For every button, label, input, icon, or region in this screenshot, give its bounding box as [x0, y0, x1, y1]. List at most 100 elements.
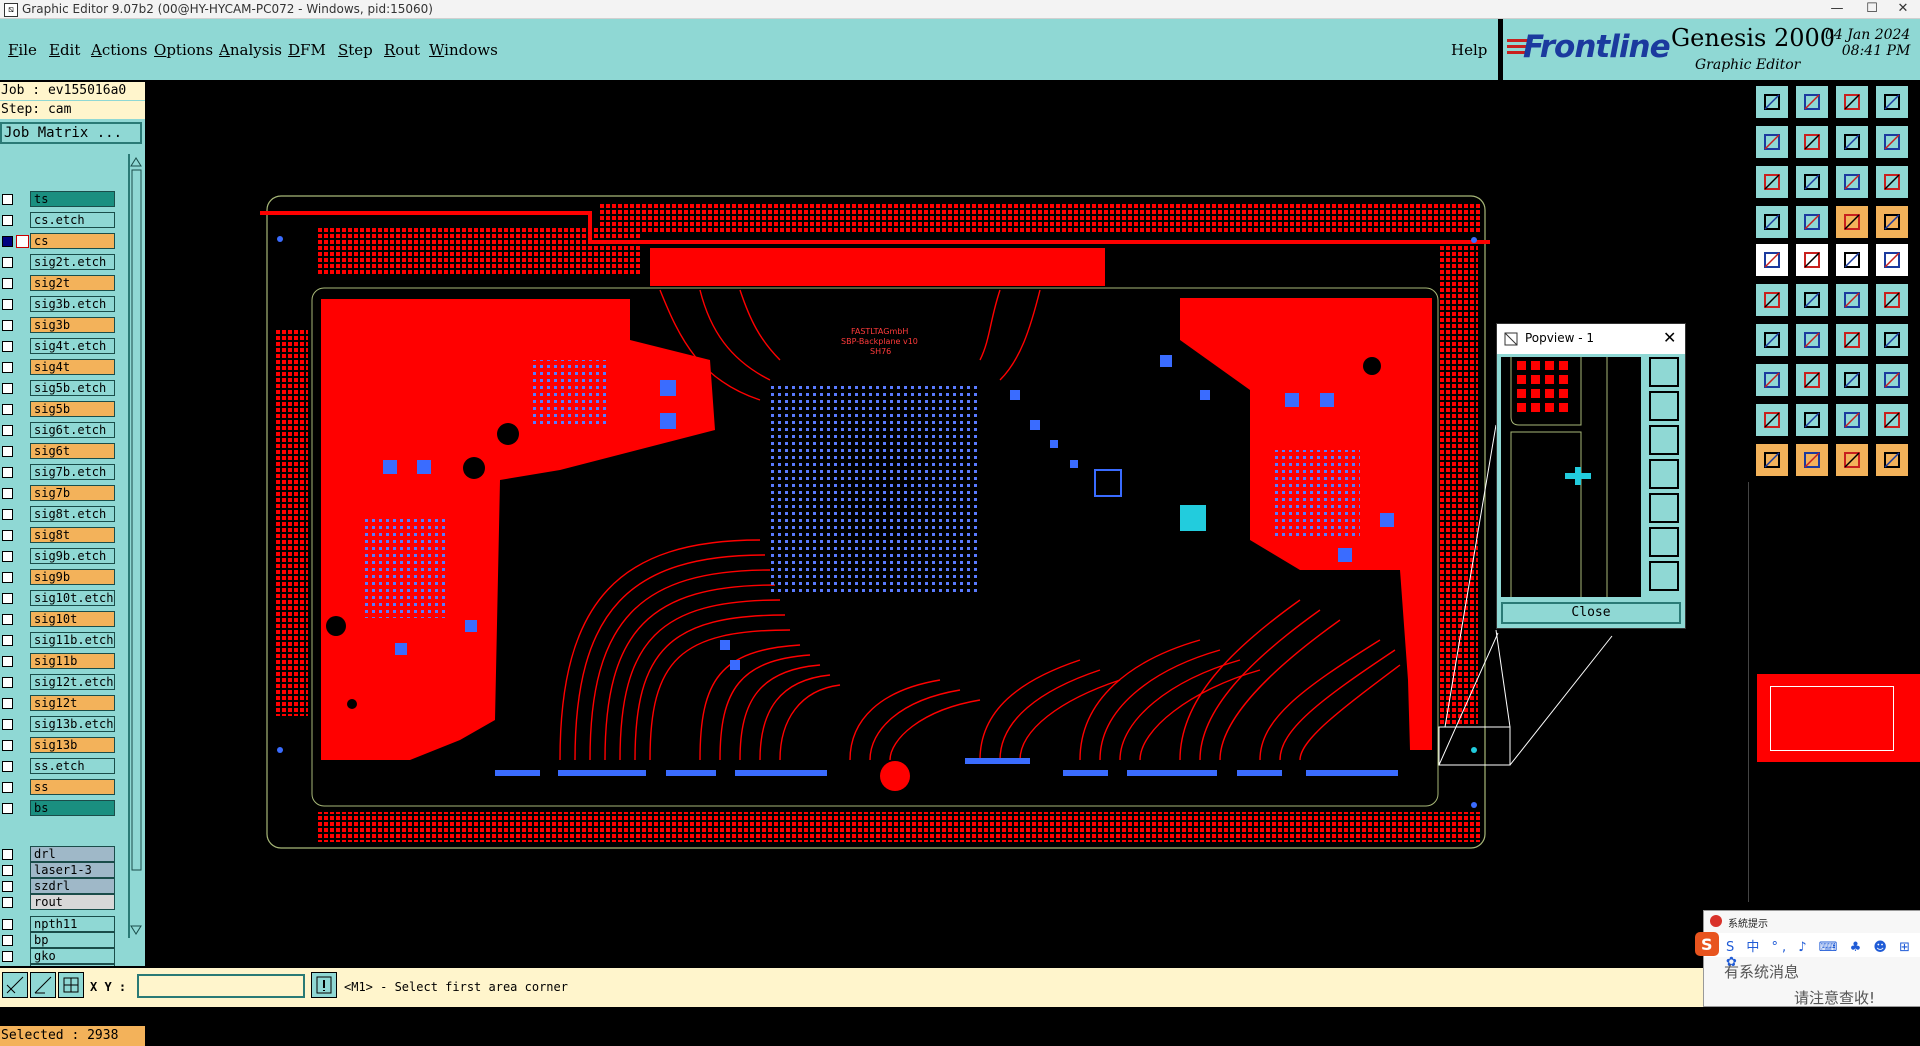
add-pad-icon[interactable] [1754, 282, 1790, 318]
home-icon[interactable] [1834, 84, 1870, 120]
layer-name[interactable]: bp [30, 932, 115, 948]
alert-button[interactable] [311, 972, 337, 998]
maximize-button[interactable]: ☐ [1855, 0, 1889, 18]
layer-checkbox[interactable] [2, 278, 13, 289]
layer-row-sig2t[interactable]: sig2t [0, 274, 118, 292]
minimize-button[interactable]: — [1820, 0, 1854, 18]
layer-row-sig3b-etch[interactable]: sig3b.etch [0, 295, 118, 313]
ruler-icon[interactable] [1834, 242, 1870, 278]
layer-name[interactable]: sig10t [30, 611, 115, 627]
menu-help[interactable]: Help [1451, 41, 1487, 59]
layer-row-sig8t-etch[interactable]: sig8t.etch [0, 505, 118, 523]
trim-icon[interactable] [1794, 362, 1830, 398]
open-job-icon[interactable] [1754, 84, 1790, 120]
line-icon[interactable] [1834, 282, 1870, 318]
redo-icon[interactable] [1794, 124, 1830, 160]
layer-checkbox[interactable] [2, 299, 13, 310]
layer-name[interactable]: sig5b [30, 401, 115, 417]
layer-checkbox[interactable] [2, 467, 13, 478]
layer-name[interactable]: sig4t [30, 359, 115, 375]
layer-checkbox[interactable] [2, 782, 13, 793]
layer-checkbox[interactable] [2, 865, 13, 876]
popview-zoom-in-button[interactable] [1649, 391, 1679, 421]
measure-icon[interactable] [1834, 204, 1870, 240]
layer-name[interactable]: sig9b.etch [30, 548, 115, 564]
layer-name[interactable]: sig12t [30, 695, 115, 711]
mirror-icon[interactable] [1874, 322, 1910, 358]
layer-checkbox[interactable] [2, 341, 13, 352]
layer-checkbox[interactable] [2, 446, 13, 457]
pointer-icon[interactable] [1754, 442, 1790, 478]
layer-checkbox[interactable] [2, 614, 13, 625]
layer-name[interactable]: sig12t.etch [30, 674, 115, 690]
layer-checkbox[interactable] [2, 215, 13, 226]
layer-name[interactable]: sig2t [30, 275, 115, 291]
grid-icon[interactable] [1794, 204, 1830, 240]
scale-1-2-icon[interactable] [1834, 164, 1870, 200]
layer-checkbox[interactable] [2, 425, 13, 436]
layer-name[interactable]: sig6t [30, 443, 115, 459]
layer-checkbox[interactable] [2, 897, 13, 908]
help-icon[interactable] [1874, 164, 1910, 200]
arc-icon[interactable] [1834, 322, 1870, 358]
layer-checkbox[interactable] [2, 404, 13, 415]
layer-row-sig7b-etch[interactable]: sig7b.etch [0, 463, 118, 481]
layer-name[interactable]: drl [30, 846, 115, 862]
layer-row-sig12t-etch[interactable]: sig12t.etch [0, 673, 118, 691]
layer-row-ss-etch[interactable]: ss.etch [0, 757, 118, 775]
menu-step[interactable]: Step [338, 41, 373, 59]
layer-row-sig9b[interactable]: sig9b [0, 568, 118, 586]
edit-line-icon[interactable] [1794, 322, 1830, 358]
layer-checkbox[interactable] [2, 919, 13, 930]
layer-row-sig12t[interactable]: sig12t [0, 694, 118, 712]
zoom-area-icon[interactable] [1794, 164, 1830, 200]
undo-icon[interactable] [1754, 124, 1790, 160]
layer-row-ss[interactable]: ss [0, 778, 118, 796]
triangle-c-icon[interactable] [1834, 402, 1870, 438]
layer-scrollbar[interactable] [128, 154, 145, 938]
layer-row-sig8t[interactable]: sig8t [0, 526, 118, 544]
layer-icon[interactable] [1874, 84, 1910, 120]
delete-icon[interactable] [1794, 282, 1830, 318]
layer-row-sig6t-etch[interactable]: sig6t.etch [0, 421, 118, 439]
layer-name[interactable]: rout [30, 894, 115, 910]
layer-checkbox[interactable] [2, 677, 13, 688]
layer-name[interactable]: sig3b.etch [30, 296, 115, 312]
move-icon[interactable] [1834, 362, 1870, 398]
menu-windows[interactable]: Windows [429, 41, 498, 59]
layer-name[interactable]: sig11b.etch [30, 632, 115, 648]
layer-checkbox[interactable] [2, 194, 13, 205]
layer-row-sig11b-etch[interactable]: sig11b.etch [0, 631, 118, 649]
layer-name[interactable]: sig13b [30, 737, 115, 753]
layer-name[interactable]: cs [30, 233, 115, 249]
layer-name[interactable]: laser1-3 [30, 862, 115, 878]
layer-checkbox[interactable] [2, 881, 13, 892]
popview-pan-right-button[interactable] [1649, 493, 1679, 523]
layer-checkbox[interactable] [2, 698, 13, 709]
layer-row-sig3b[interactable]: sig3b [0, 316, 118, 334]
layer-row-sig4t-etch[interactable]: sig4t.etch [0, 337, 118, 355]
layer-row-sig9b-etch[interactable]: sig9b.etch [0, 547, 118, 565]
menu-actions[interactable]: Actions [91, 41, 147, 59]
overview-minimap[interactable] [1757, 674, 1920, 762]
measure-mode-button[interactable] [30, 972, 56, 998]
layer-checkbox[interactable] [2, 383, 13, 394]
menu-rout[interactable]: Rout [384, 41, 420, 59]
layer-name[interactable]: sig7b.etch [30, 464, 115, 480]
layer-checkbox[interactable] [2, 803, 13, 814]
menu-options[interactable]: Options [154, 41, 213, 59]
layer-name[interactable]: bs [30, 800, 115, 816]
layer-row-ts[interactable]: ts [0, 190, 118, 208]
popview-zoom-out-button[interactable] [1649, 425, 1679, 455]
layer-checkbox[interactable] [2, 509, 13, 520]
layer-name[interactable]: ss [30, 779, 115, 795]
snap-icon[interactable] [1754, 204, 1790, 240]
layer-row-sig10t-etch[interactable]: sig10t.etch [0, 589, 118, 607]
zoom-fit-icon[interactable] [1754, 164, 1790, 200]
sogou-ime-icon[interactable]: S [1694, 931, 1720, 957]
layer-name[interactable]: sig4t.etch [30, 338, 115, 354]
menu-edit[interactable]: Edit [49, 41, 80, 59]
layer-row-sig7b[interactable]: sig7b [0, 484, 118, 502]
layer-row-sig5b-etch[interactable]: sig5b.etch [0, 379, 118, 397]
edit-pointer-icon[interactable] [1834, 442, 1870, 478]
